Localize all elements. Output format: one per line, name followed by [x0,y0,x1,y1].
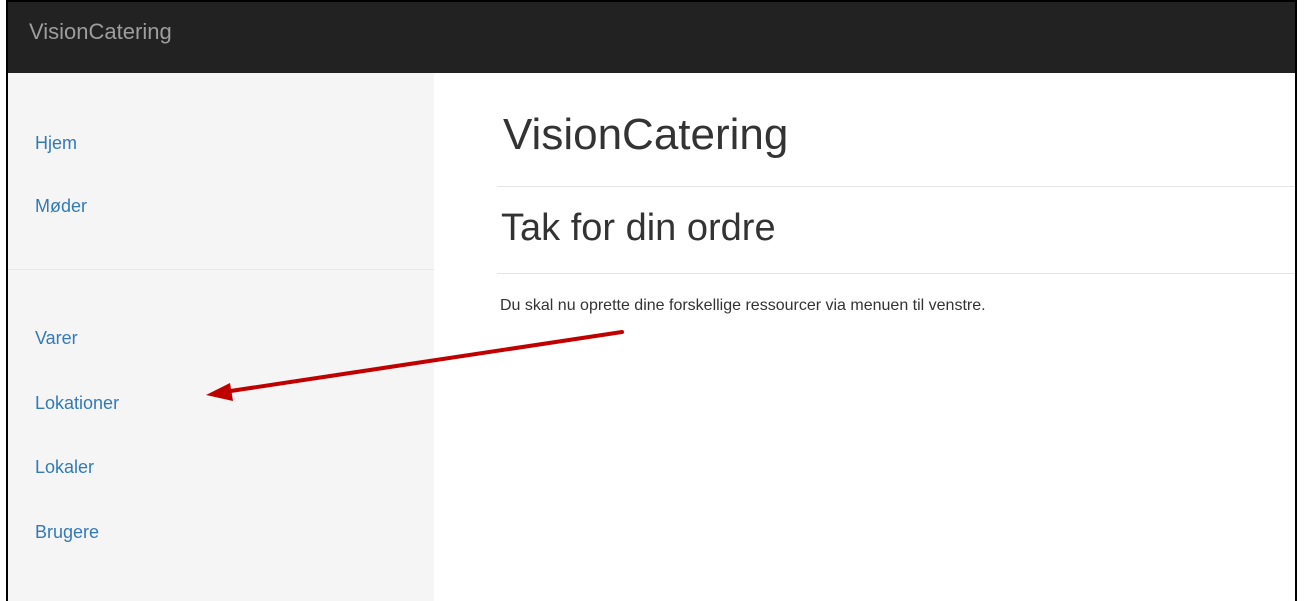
sidebar-item-lokationer[interactable]: Lokationer [35,394,119,412]
sidebar-divider [8,269,434,270]
order-confirmation-heading: Tak for din ordre [501,207,776,249]
sidebar: Hjem Møder Varer Lokationer Lokaler Brug… [8,73,434,601]
app-window: VisionCatering Hjem Møder Varer Lokation… [6,0,1297,601]
main-content: VisionCatering Tak for din ordre Du skal… [434,73,1295,601]
sidebar-item-hjem[interactable]: Hjem [35,134,77,152]
instruction-text: Du skal nu oprette dine forskellige ress… [500,297,986,314]
page-title: VisionCatering [503,110,789,159]
title-divider [497,186,1295,187]
subtitle-divider [497,273,1295,274]
brand-link[interactable]: VisionCatering [29,21,172,43]
sidebar-item-lokaler[interactable]: Lokaler [35,458,94,476]
sidebar-item-moder[interactable]: Møder [35,197,87,215]
sidebar-item-varer[interactable]: Varer [35,329,78,347]
sidebar-item-brugere[interactable]: Brugere [35,523,99,541]
top-navbar: VisionCatering [8,2,1295,73]
